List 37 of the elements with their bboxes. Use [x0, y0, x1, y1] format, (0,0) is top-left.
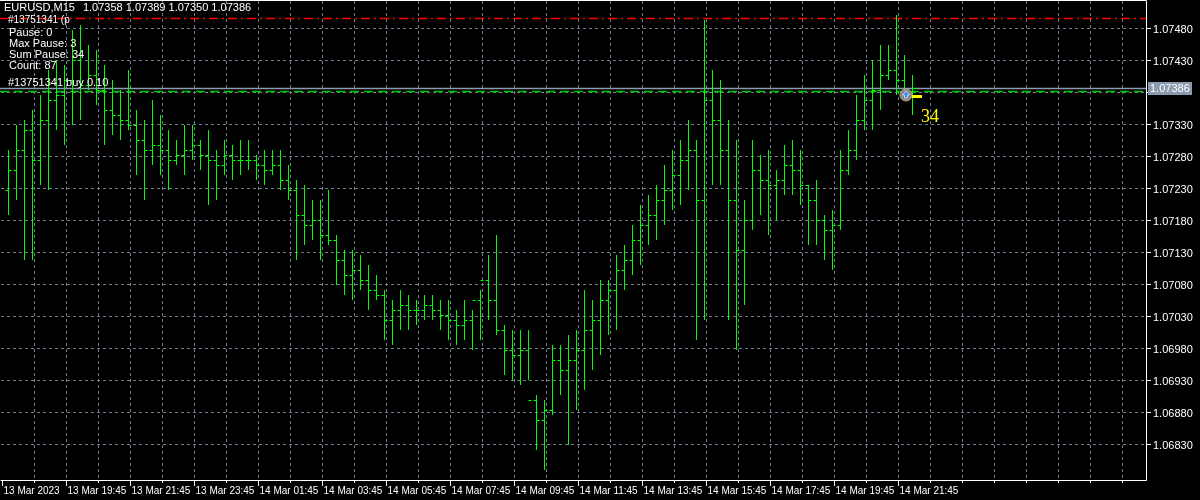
axis-label: 13 Mar 19:45 — [67, 485, 127, 496]
bid-price-label: 1.07386 — [1148, 82, 1192, 95]
axis-label: 14 Mar 17:45 — [771, 485, 831, 496]
symbol-label: EURUSD,M15 — [4, 2, 75, 13]
axis-label: 14 Mar 09:45 — [515, 485, 575, 496]
axis-label: 1.06830 — [1153, 438, 1193, 451]
price-readout: 1.07358 1.07389 1.07350 1.07386 — [82, 2, 252, 13]
axis-label: 14 Mar 05:45 — [387, 485, 447, 496]
axis-label: 1.07180 — [1153, 214, 1193, 227]
info-text: Max Pause: 3 — [9, 38, 78, 49]
marker-dash — [912, 95, 922, 98]
axis-label: 1.07030 — [1153, 310, 1193, 323]
axis-label: 1.07130 — [1153, 246, 1193, 259]
axis-label: 14 Mar 21:45 — [899, 485, 959, 496]
axis-label: 1.07330 — [1153, 118, 1193, 131]
axis-label: 13 Mar 23:45 — [195, 485, 255, 496]
axis-label: 1.07480 — [1153, 22, 1193, 35]
axis-label: 14 Mar 01:45 — [259, 485, 319, 496]
axis-label: 14 Mar 03:45 — [323, 485, 383, 496]
axis-label: 13 Mar 2023 — [3, 485, 60, 496]
axis-label: 1.07430 — [1153, 54, 1193, 67]
axis-label: 1.06880 — [1153, 406, 1193, 419]
buy-arrow-icon — [899, 88, 913, 102]
axis-label: 1.06930 — [1153, 374, 1193, 387]
axis-label: 14 Mar 13:45 — [643, 485, 703, 496]
axis-label: 14 Mar 15:45 — [707, 485, 767, 496]
axis-label: 14 Mar 19:45 — [835, 485, 895, 496]
axis-label: 14 Mar 07:45 — [451, 485, 511, 496]
axis-label: 14 Mar 11:45 — [579, 485, 638, 496]
axis-label: 1.07230 — [1153, 182, 1193, 195]
axis-label: 13 Mar 21:45 — [131, 485, 191, 496]
marker-label: 34 — [921, 106, 939, 126]
axis-label: 1.06980 — [1153, 342, 1193, 355]
axis-label: 1.07080 — [1153, 278, 1193, 291]
info-text: Count: 87 — [9, 60, 58, 71]
info-text: Pause: 0 — [9, 27, 54, 38]
axis-label: 1.07280 — [1153, 150, 1193, 163]
